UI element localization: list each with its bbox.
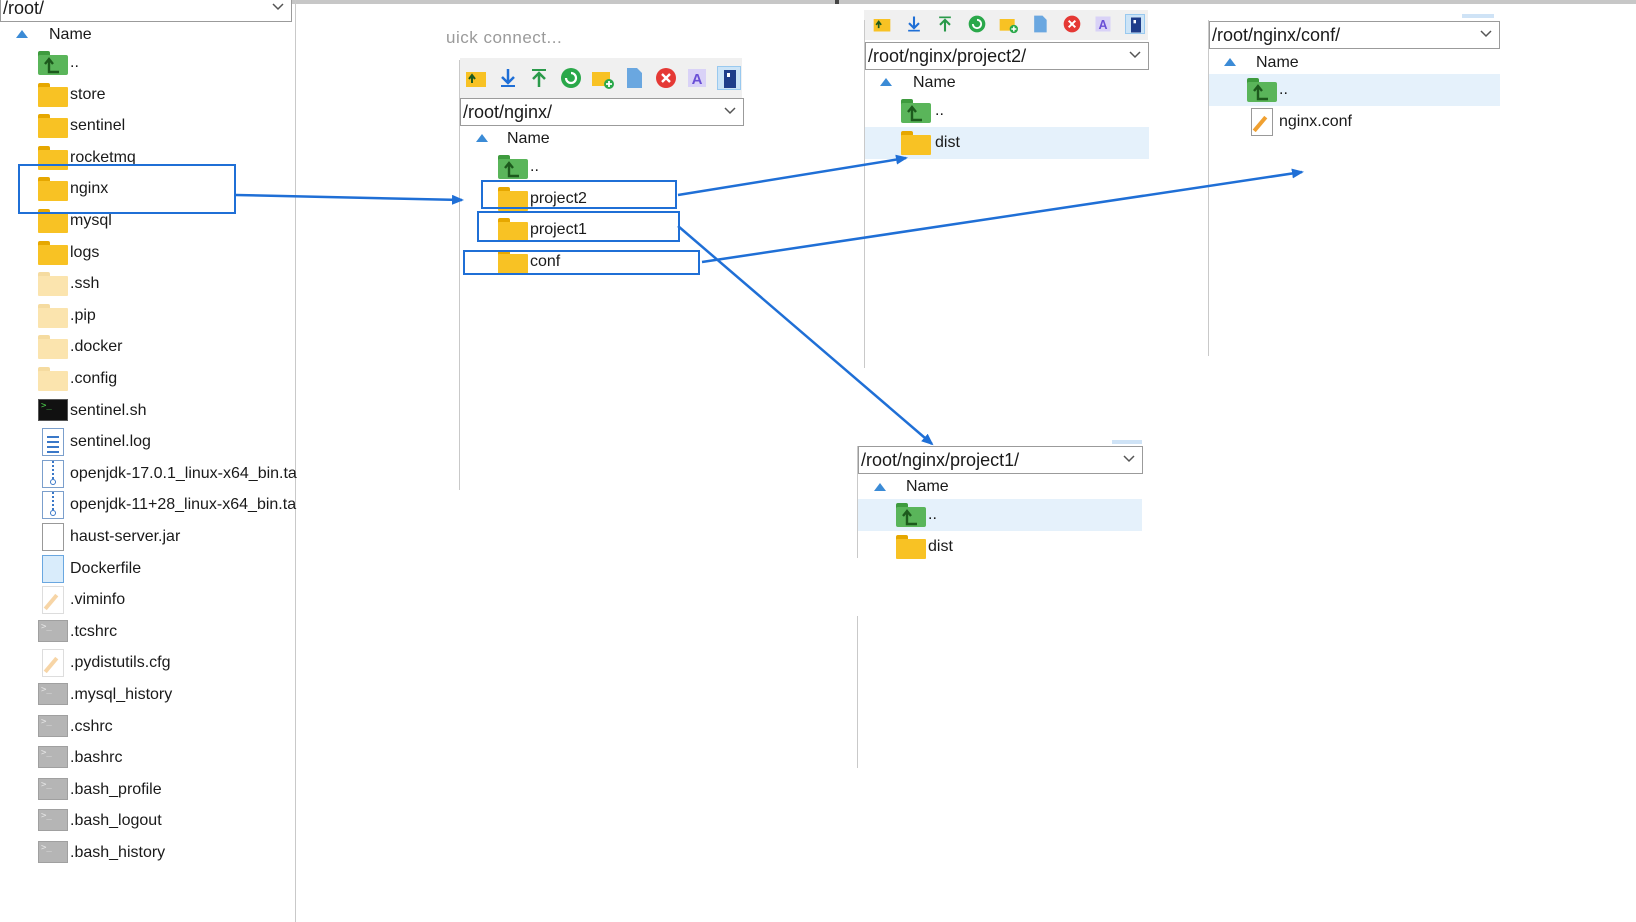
arrow-project2-to-panel [677,154,908,197]
arrow-project1-to-panel [677,225,934,446]
arrow-nginx-to-nginx-panel [235,193,464,205]
arrow-conf-to-panel [701,168,1304,264]
annotation-arrows [235,154,1304,446]
